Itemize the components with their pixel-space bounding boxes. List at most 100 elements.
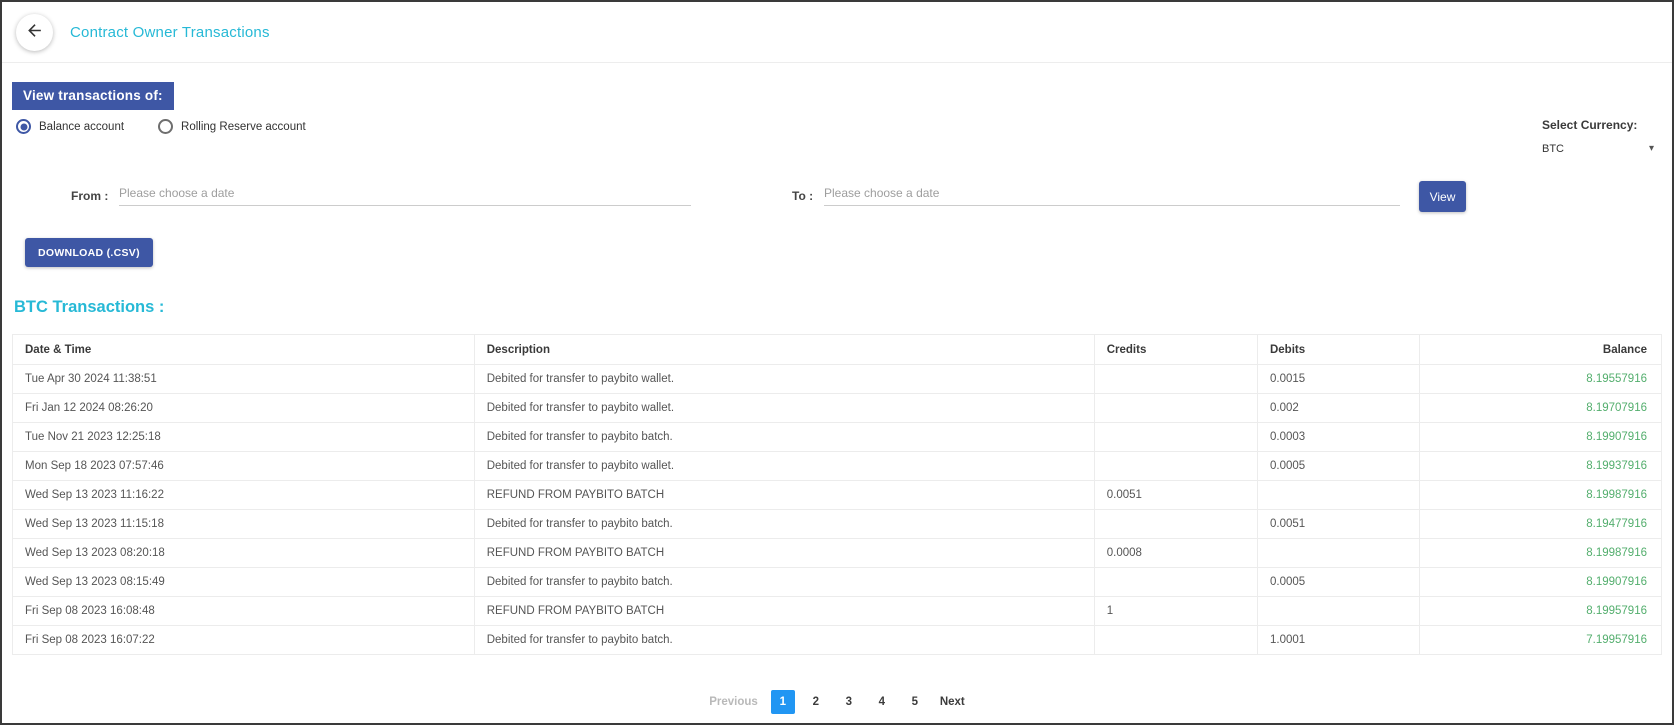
cell-balance: 8.19937916 xyxy=(1419,452,1661,481)
cell-date-time: Wed Sep 13 2023 11:16:22 xyxy=(13,481,475,510)
arrow-left-icon xyxy=(25,21,44,43)
table-row: Fri Sep 08 2023 16:07:22Debited for tran… xyxy=(13,626,1662,655)
to-date-input[interactable] xyxy=(824,180,1400,206)
cell-credits: 1 xyxy=(1094,597,1257,626)
cell-debits xyxy=(1257,539,1419,568)
table-row: Wed Sep 13 2023 08:15:49Debited for tran… xyxy=(13,568,1662,597)
cell-debits: 0.0051 xyxy=(1257,510,1419,539)
cell-debits: 0.0005 xyxy=(1257,452,1419,481)
cell-credits xyxy=(1094,626,1257,655)
cell-date-time: Fri Jan 12 2024 08:26:20 xyxy=(13,394,475,423)
cell-credits: 0.0008 xyxy=(1094,539,1257,568)
page-title: Contract Owner Transactions xyxy=(70,24,270,41)
btc-transactions-title: BTC Transactions : xyxy=(14,298,164,317)
cell-description: Debited for transfer to paybito wallet. xyxy=(474,452,1094,481)
radio-balance-account[interactable]: Balance account xyxy=(16,119,124,134)
cell-balance: 8.19987916 xyxy=(1419,539,1661,568)
cell-credits xyxy=(1094,568,1257,597)
account-type-radio-group: Balance account Rolling Reserve account xyxy=(16,119,306,134)
cell-balance: 8.19477916 xyxy=(1419,510,1661,539)
cell-credits xyxy=(1094,510,1257,539)
cell-date-time: Mon Sep 18 2023 07:57:46 xyxy=(13,452,475,481)
radio-balance-account-label: Balance account xyxy=(39,121,124,133)
transactions-tbody: Tue Apr 30 2024 11:38:51Debited for tran… xyxy=(13,365,1662,655)
cell-description: REFUND FROM PAYBITO BATCH xyxy=(474,597,1094,626)
cell-debits: 0.002 xyxy=(1257,394,1419,423)
currency-selected-value: BTC xyxy=(1542,143,1564,155)
radio-unselected-icon xyxy=(158,119,173,134)
from-date-input[interactable] xyxy=(119,180,691,206)
radio-rolling-reserve-account[interactable]: Rolling Reserve account xyxy=(158,119,306,134)
cell-date-time: Tue Nov 21 2023 12:25:18 xyxy=(13,423,475,452)
cell-balance: 8.19987916 xyxy=(1419,481,1661,510)
transactions-table: Date & Time Description Credits Debits B… xyxy=(12,334,1662,655)
cell-debits xyxy=(1257,597,1419,626)
cell-description: Debited for transfer to paybito batch. xyxy=(474,568,1094,597)
select-currency-label: Select Currency: xyxy=(1542,118,1654,132)
to-label: To : xyxy=(792,189,813,203)
cell-debits: 0.0005 xyxy=(1257,568,1419,597)
pagination-page-1[interactable]: 1 xyxy=(771,690,795,714)
transactions-table-wrap: Date & Time Description Credits Debits B… xyxy=(12,334,1662,655)
chevron-down-icon: ▾ xyxy=(1649,144,1654,154)
currency-dropdown[interactable]: BTC ▾ xyxy=(1542,143,1654,155)
cell-description: REFUND FROM PAYBITO BATCH xyxy=(474,481,1094,510)
cell-date-time: Wed Sep 13 2023 11:15:18 xyxy=(13,510,475,539)
table-row: Wed Sep 13 2023 11:16:22REFUND FROM PAYB… xyxy=(13,481,1662,510)
pagination-page-5[interactable]: 5 xyxy=(903,690,927,714)
topbar: Contract Owner Transactions xyxy=(2,2,1672,63)
cell-credits xyxy=(1094,365,1257,394)
cell-debits: 1.0001 xyxy=(1257,626,1419,655)
table-row: Mon Sep 18 2023 07:57:46Debited for tran… xyxy=(13,452,1662,481)
pagination-previous[interactable]: Previous xyxy=(705,690,762,714)
table-row: Fri Sep 08 2023 16:08:48REFUND FROM PAYB… xyxy=(13,597,1662,626)
cell-balance: 8.19557916 xyxy=(1419,365,1661,394)
download-csv-button[interactable]: DOWNLOAD (.CSV) xyxy=(25,238,153,267)
cell-date-time: Fri Sep 08 2023 16:08:48 xyxy=(13,597,475,626)
view-transactions-label: View transactions of: xyxy=(12,82,174,110)
cell-credits xyxy=(1094,394,1257,423)
from-label: From : xyxy=(71,189,108,203)
cell-credits: 0.0051 xyxy=(1094,481,1257,510)
table-row: Fri Jan 12 2024 08:26:20Debited for tran… xyxy=(13,394,1662,423)
cell-balance: 7.19957916 xyxy=(1419,626,1661,655)
pagination-page-2[interactable]: 2 xyxy=(804,690,828,714)
cell-description: REFUND FROM PAYBITO BATCH xyxy=(474,539,1094,568)
pagination-next[interactable]: Next xyxy=(936,690,969,714)
cell-description: Debited for transfer to paybito batch. xyxy=(474,423,1094,452)
cell-credits xyxy=(1094,452,1257,481)
back-button[interactable] xyxy=(16,14,53,51)
table-row: Tue Apr 30 2024 11:38:51Debited for tran… xyxy=(13,365,1662,394)
cell-description: Debited for transfer to paybito batch. xyxy=(474,510,1094,539)
pagination-page-3[interactable]: 3 xyxy=(837,690,861,714)
radio-rolling-reserve-label: Rolling Reserve account xyxy=(181,121,306,133)
cell-date-time: Fri Sep 08 2023 16:07:22 xyxy=(13,626,475,655)
cell-debits: 0.0015 xyxy=(1257,365,1419,394)
col-header-debits: Debits xyxy=(1257,335,1419,365)
cell-credits xyxy=(1094,423,1257,452)
cell-debits: 0.0003 xyxy=(1257,423,1419,452)
currency-block: Select Currency: BTC ▾ xyxy=(1542,118,1654,155)
cell-balance: 8.19707916 xyxy=(1419,394,1661,423)
pagination-pages: 12345 xyxy=(771,690,927,714)
radio-selected-icon xyxy=(16,119,31,134)
col-header-description: Description xyxy=(474,335,1094,365)
cell-balance: 8.19907916 xyxy=(1419,568,1661,597)
contract-owner-transactions-page: Contract Owner Transactions View transac… xyxy=(0,0,1674,725)
cell-date-time: Tue Apr 30 2024 11:38:51 xyxy=(13,365,475,394)
cell-description: Debited for transfer to paybito batch. xyxy=(474,626,1094,655)
col-header-credits: Credits xyxy=(1094,335,1257,365)
pagination: Previous 12345 Next xyxy=(2,690,1672,714)
table-row: Wed Sep 13 2023 11:15:18Debited for tran… xyxy=(13,510,1662,539)
view-button[interactable]: View xyxy=(1419,181,1466,212)
col-header-balance: Balance xyxy=(1419,335,1661,365)
col-header-date-time: Date & Time xyxy=(13,335,475,365)
table-row: Tue Nov 21 2023 12:25:18Debited for tran… xyxy=(13,423,1662,452)
table-row: Wed Sep 13 2023 08:20:18REFUND FROM PAYB… xyxy=(13,539,1662,568)
cell-balance: 8.19957916 xyxy=(1419,597,1661,626)
cell-description: Debited for transfer to paybito wallet. xyxy=(474,365,1094,394)
cell-debits xyxy=(1257,481,1419,510)
cell-description: Debited for transfer to paybito wallet. xyxy=(474,394,1094,423)
pagination-page-4[interactable]: 4 xyxy=(870,690,894,714)
cell-date-time: Wed Sep 13 2023 08:15:49 xyxy=(13,568,475,597)
